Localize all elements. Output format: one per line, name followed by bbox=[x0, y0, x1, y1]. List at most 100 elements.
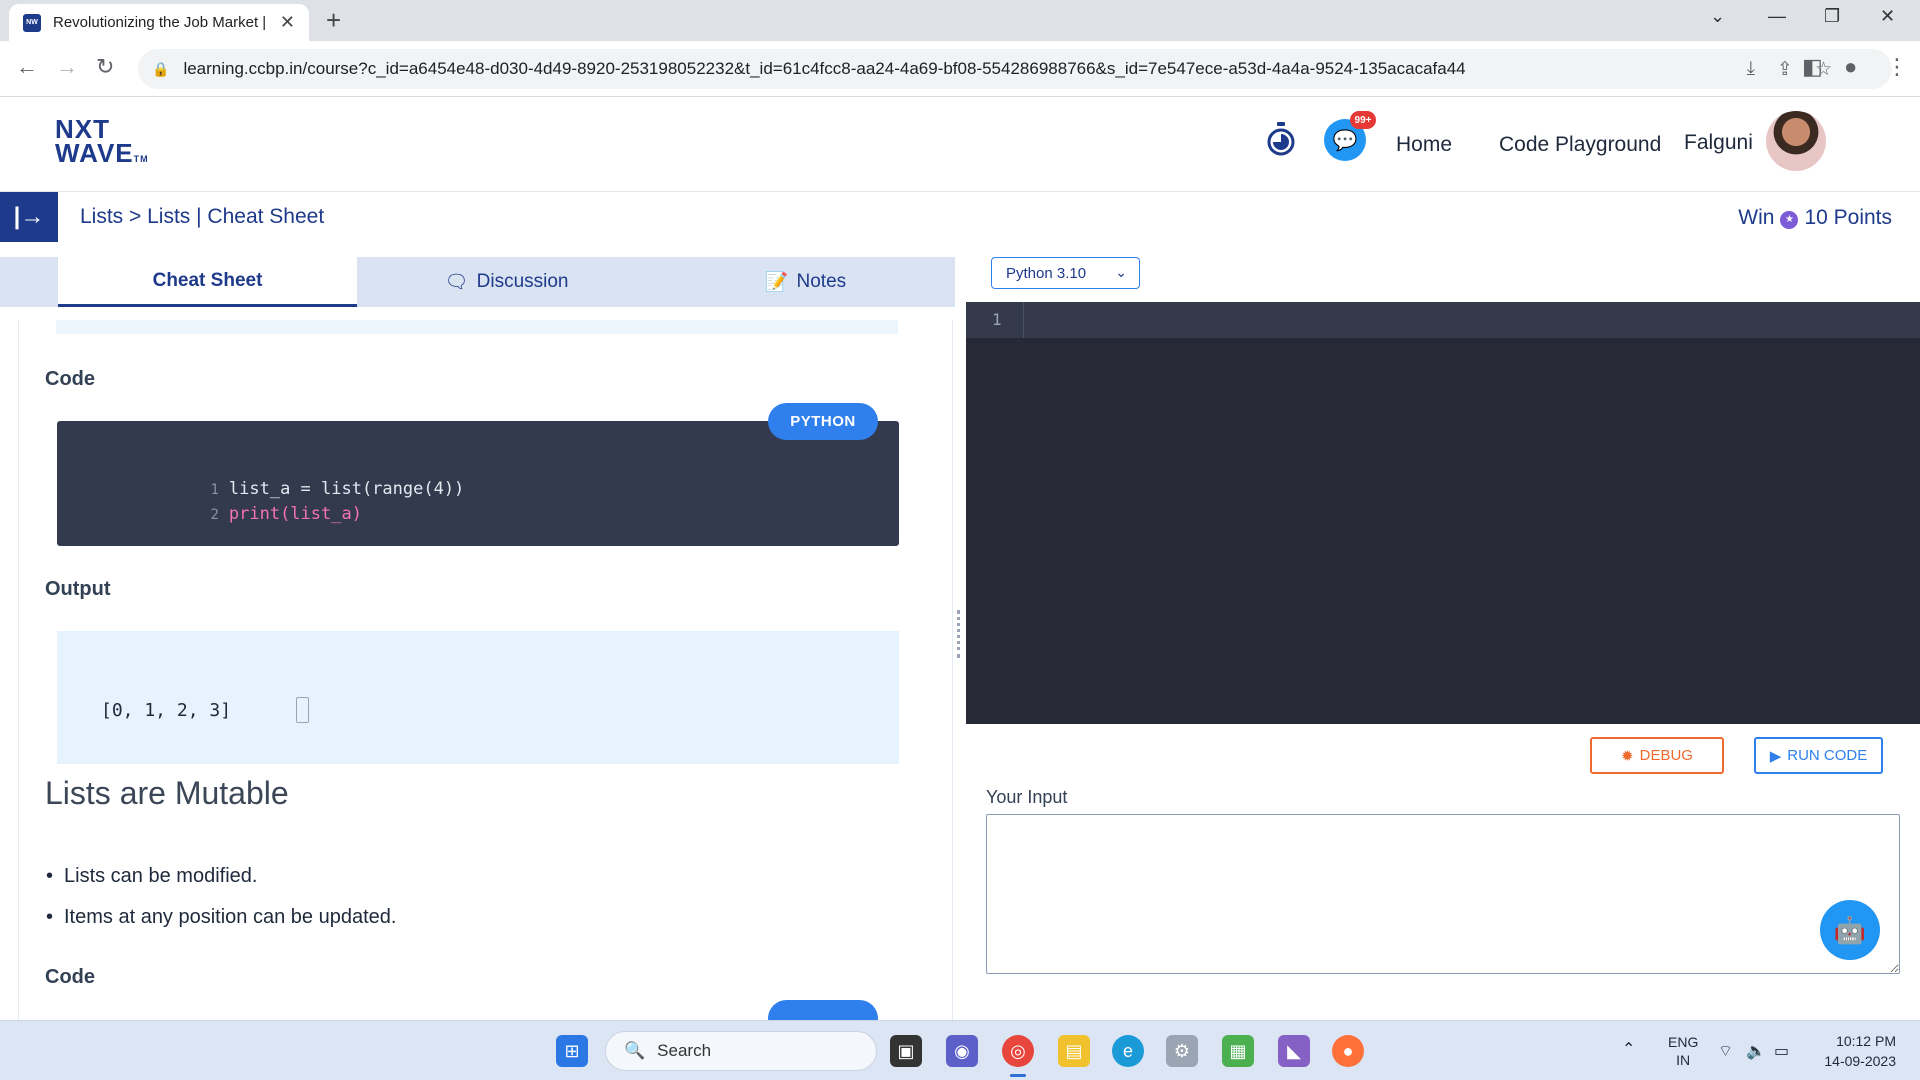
tab-search-icon[interactable]: ⌄ bbox=[1710, 6, 1725, 27]
teams-icon[interactable]: ◉ bbox=[946, 1035, 978, 1067]
output-block: [0, 1, 2, 3] bbox=[57, 631, 899, 764]
discussion-icon: 🗨 bbox=[444, 272, 469, 293]
content-tabs: Cheat Sheet 🗨 Discussion 📝 Notes bbox=[0, 257, 955, 307]
language-indicator[interactable]: ENG IN bbox=[1668, 1033, 1698, 1069]
section-title: Lists are Mutable bbox=[45, 775, 289, 811]
collapse-sidebar-icon[interactable]: |→ bbox=[0, 192, 58, 242]
notes-icon: 📝 bbox=[764, 272, 789, 293]
url-text[interactable]: learning.ccbp.in/course?c_id=a6454e48-d0… bbox=[183, 59, 1465, 79]
tab-close-icon[interactable]: ✕ bbox=[280, 12, 295, 33]
text-cursor bbox=[296, 697, 309, 723]
task-view-icon[interactable]: ▣ bbox=[890, 1035, 922, 1067]
output-text: [0, 1, 2, 3] bbox=[101, 700, 232, 721]
tab-cheat-sheet-label: Cheat Sheet bbox=[152, 269, 263, 291]
minimize-icon[interactable]: — bbox=[1768, 6, 1786, 27]
editor-line-number: 1 bbox=[992, 310, 1002, 329]
clock-date: 14-09-2023 bbox=[1824, 1053, 1896, 1069]
input-label: Your Input bbox=[986, 787, 1068, 807]
lock-icon[interactable]: 🔒 bbox=[152, 61, 169, 78]
chevron-down-icon: ⌄ bbox=[1115, 264, 1127, 280]
close-window-icon[interactable]: ✕ bbox=[1880, 6, 1895, 27]
clock-time: 10:12 PM bbox=[1836, 1033, 1896, 1049]
taskbar-search-label: Search bbox=[657, 1041, 712, 1060]
install-icon[interactable]: ⤓ bbox=[1747, 58, 1755, 80]
notification-badge: 99+ bbox=[1350, 111, 1376, 129]
resize-handle[interactable] bbox=[957, 610, 961, 658]
cheatsheet-content[interactable]: Code 1 list_a = list(range(4)) 2 print(lis… bbox=[18, 320, 953, 1020]
tab-discussion-label: Discussion bbox=[476, 271, 569, 292]
forward-icon[interactable]: → bbox=[56, 55, 78, 79]
coin-icon: ★ bbox=[1780, 210, 1799, 229]
tab-cheat-sheet[interactable]: Cheat Sheet bbox=[58, 257, 357, 307]
reload-icon[interactable]: ↻ bbox=[96, 55, 114, 79]
browser-tabstrip: NW Revolutionizing the Job Market | ✕ + … bbox=[0, 0, 1920, 41]
nxtwave-logo[interactable]: NXT WAVETM bbox=[55, 116, 149, 171]
left-panel: Cheat Sheet 🗨 Discussion 📝 Notes Code 1l… bbox=[0, 242, 955, 1020]
app-header: NXT WAVETM 💬 99+ Home Code Playground Fa… bbox=[0, 97, 1920, 192]
edge-icon[interactable]: e bbox=[1112, 1035, 1144, 1067]
windows-taskbar: ⊞ 🔍 Search ▣ ◉ ◎ ▤ e ⚙ ▦ ◣ ● ⌃ ENG IN ⌔ … bbox=[0, 1020, 1920, 1080]
debug-label: DEBUG bbox=[1639, 747, 1693, 764]
tab-discussion[interactable]: 🗨 Discussion bbox=[357, 257, 656, 307]
volume-icon[interactable]: 🔈 bbox=[1746, 1041, 1766, 1061]
chevron-up-icon[interactable]: ⌃ bbox=[1622, 1039, 1635, 1059]
browser-menu-icon[interactable]: ⋮ bbox=[1886, 55, 1908, 79]
code-heading: Code bbox=[45, 368, 95, 390]
user-name[interactable]: Falguni bbox=[1684, 131, 1753, 155]
firefox-icon[interactable]: ● bbox=[1332, 1035, 1364, 1067]
output-heading: Output bbox=[45, 578, 111, 600]
run-code-button[interactable]: ▶ RUN CODE bbox=[1754, 737, 1883, 774]
gutter-separator bbox=[1023, 302, 1024, 338]
user-input-field[interactable] bbox=[986, 814, 1900, 974]
bug-icon: ✹ bbox=[1621, 747, 1634, 765]
tab-notes-label: Notes bbox=[796, 271, 847, 292]
python-version-value: Python 3.10 bbox=[1006, 264, 1087, 282]
region-code: IN bbox=[1676, 1052, 1691, 1068]
stopwatch-icon[interactable] bbox=[1266, 122, 1296, 156]
address-bar-row: ← → ↻ 🔒 learning.ccbp.in/course?c_id=a64… bbox=[0, 41, 1920, 97]
omnibox[interactable]: 🔒 learning.ccbp.in/course?c_id=a6454e48-… bbox=[138, 49, 1892, 89]
clock[interactable]: 10:12 PM 14-09-2023 bbox=[1824, 1031, 1896, 1071]
chrome-icon[interactable]: ◎ bbox=[1002, 1035, 1034, 1067]
language-pill: PYTHON bbox=[768, 403, 878, 440]
avatar[interactable] bbox=[1766, 111, 1826, 171]
battery-icon[interactable]: ▭ bbox=[1774, 1041, 1789, 1061]
play-icon: ▶ bbox=[1769, 747, 1782, 765]
browser-tab[interactable]: NW Revolutionizing the Job Market | ✕ bbox=[9, 4, 309, 41]
logo-tm: TM bbox=[133, 154, 149, 164]
windows-start-icon[interactable]: ⊞ bbox=[556, 1035, 588, 1067]
back-icon[interactable]: ← bbox=[16, 55, 38, 79]
wifi-icon[interactable]: ⌔ bbox=[1718, 1041, 1733, 1061]
file-explorer-icon[interactable]: ▤ bbox=[1058, 1035, 1090, 1067]
taskbar-search[interactable]: 🔍 Search bbox=[605, 1031, 877, 1071]
breadcrumb[interactable]: Lists > Lists | Cheat Sheet bbox=[80, 205, 324, 229]
editor-active-line: 1 bbox=[966, 302, 1920, 338]
debug-button[interactable]: ✹ DEBUG bbox=[1590, 737, 1724, 774]
python-version-select[interactable]: Python 3.10 ⌄ bbox=[991, 257, 1140, 289]
nav-home[interactable]: Home bbox=[1396, 133, 1452, 157]
nav-code-playground[interactable]: Code Playground bbox=[1499, 133, 1661, 157]
side-panel-icon[interactable]: ◧ bbox=[1802, 55, 1823, 79]
logo-line2: WAVE bbox=[55, 138, 134, 168]
code-line-2: 2 print(list_a) bbox=[115, 484, 362, 544]
image-app-icon[interactable]: ▦ bbox=[1222, 1035, 1254, 1067]
code-line-number: 2 bbox=[210, 507, 219, 523]
code-block[interactable]: 1 list_a = list(range(4)) 2 print(list_a) bbox=[57, 421, 899, 546]
code-editor[interactable]: 1 bbox=[966, 302, 1920, 724]
code-heading-2: Code bbox=[45, 966, 95, 988]
share-icon[interactable]: ⇪ bbox=[1777, 58, 1793, 81]
code-line-2-text: print(list_a) bbox=[228, 504, 362, 524]
active-app-indicator bbox=[1010, 1074, 1026, 1077]
prev-block-strip bbox=[56, 320, 898, 334]
visual-studio-icon[interactable]: ◣ bbox=[1278, 1035, 1310, 1067]
run-label: RUN CODE bbox=[1787, 747, 1868, 764]
new-tab-icon[interactable]: + bbox=[326, 7, 341, 33]
points-value: 10 Points bbox=[1804, 206, 1892, 229]
settings-gear-icon[interactable]: ⚙ bbox=[1166, 1035, 1198, 1067]
profile-icon[interactable]: ● bbox=[1844, 55, 1857, 79]
bullet-item: Lists can be modified. bbox=[46, 865, 257, 888]
restore-icon[interactable]: ❐ bbox=[1824, 6, 1840, 27]
tab-title: Revolutionizing the Job Market | bbox=[53, 14, 267, 31]
tab-notes[interactable]: 📝 Notes bbox=[656, 257, 955, 307]
chatbot-icon[interactable]: 🤖 bbox=[1820, 900, 1880, 960]
